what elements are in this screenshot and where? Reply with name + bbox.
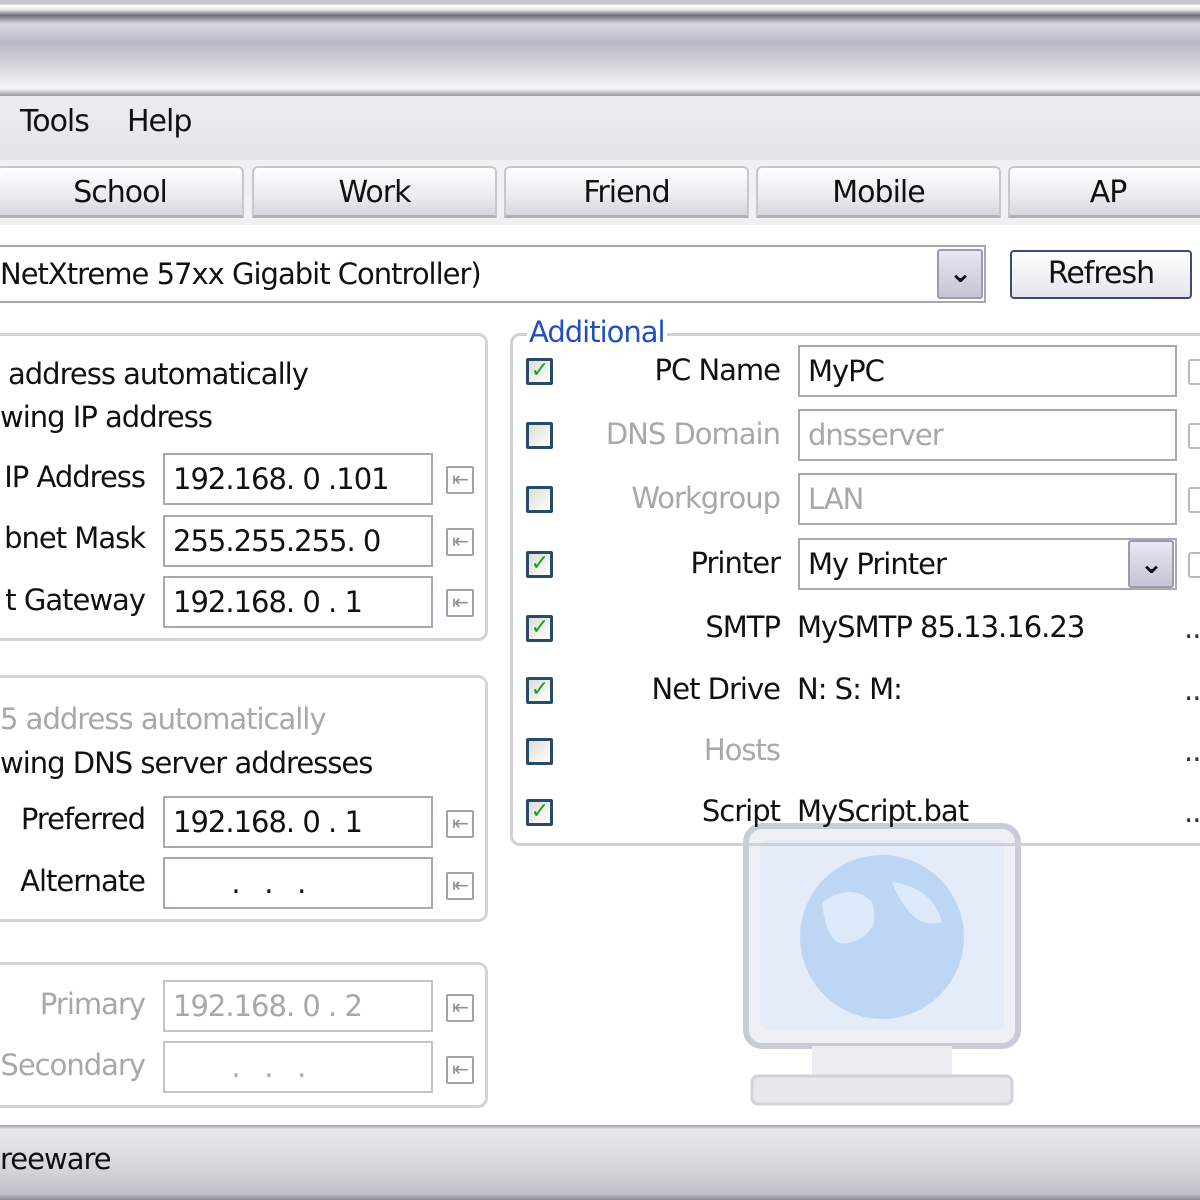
title-bar — [0, 0, 1200, 96]
smtp-label: SMTP — [705, 610, 781, 644]
printer-label: Printer — [690, 546, 781, 580]
ip-auto-radio-label[interactable]: address automatically — [8, 357, 309, 391]
dns-domain-option-checkbox[interactable] — [1188, 423, 1200, 449]
smtp-checkbox[interactable]: ✓ — [526, 615, 553, 642]
adapter-value: NetXtreme 57xx Gigabit Controller) — [0, 257, 482, 291]
copy-ip-icon[interactable]: ⇤ — [446, 466, 474, 494]
tab-ap[interactable]: AP — [1008, 166, 1200, 218]
pc-name-checkbox[interactable]: ✓ — [526, 358, 553, 385]
dns-manual-radio-label[interactable]: wing DNS server addresses — [0, 746, 373, 780]
preferred-dns-label: Preferred — [20, 802, 146, 836]
gateway-label: t Gateway — [5, 583, 146, 617]
printer-option-checkbox[interactable] — [1188, 552, 1200, 578]
subnet-mask-label: bnet Mask — [4, 521, 146, 555]
tab-mobile[interactable]: Mobile — [756, 166, 1001, 218]
tab-friend[interactable]: Friend — [504, 166, 749, 218]
copy-ip-icon[interactable]: ⇤ — [446, 589, 474, 617]
refresh-button[interactable]: Refresh — [1010, 250, 1192, 299]
ip-manual-radio-label[interactable]: wing IP address — [0, 400, 213, 434]
network-monitor-icon — [742, 822, 1022, 1107]
status-bar — [0, 1125, 1200, 1200]
menu-tools[interactable]: Tools — [20, 104, 90, 139]
copy-ip-icon[interactable]: ⇤ — [446, 810, 474, 838]
hosts-label: Hosts — [703, 733, 781, 767]
printer-checkbox[interactable]: ✓ — [526, 551, 553, 578]
net-drive-more-button[interactable]: .. — [1184, 673, 1200, 707]
workgroup-value: LAN — [808, 482, 864, 516]
workgroup-option-checkbox[interactable] — [1188, 487, 1200, 513]
tab-school[interactable]: School — [0, 166, 244, 218]
adapter-select[interactable]: NetXtreme 57xx Gigabit Controller) — [0, 245, 986, 303]
copy-ip-icon[interactable]: ⇤ — [446, 872, 474, 900]
pc-name-field[interactable]: MyPC — [798, 345, 1177, 397]
chevron-down-icon[interactable]: ⌄ — [937, 249, 983, 299]
workgroup-label: Workgroup — [631, 481, 781, 515]
script-checkbox[interactable]: ✓ — [526, 799, 553, 826]
secondary-wins-field[interactable]: . . . — [163, 1041, 433, 1093]
primary-wins-label: Primary — [39, 987, 146, 1021]
dns-domain-checkbox[interactable] — [526, 422, 553, 449]
alternate-dns-field[interactable]: . . . — [163, 857, 433, 909]
secondary-wins-label: Secondary — [0, 1048, 146, 1082]
copy-ip-icon[interactable]: ⇤ — [446, 994, 474, 1022]
preferred-dns-field[interactable]: 192.168. 0 . 1 — [163, 796, 433, 848]
primary-wins-field[interactable]: 192.168. 0 . 2 — [163, 980, 433, 1032]
subnet-mask-field[interactable]: 255.255.255. 0 — [163, 515, 433, 567]
script-label: Script — [701, 794, 781, 828]
status-text: reeware — [0, 1142, 112, 1176]
ip-address-field[interactable]: 192.168. 0 .101 — [163, 453, 433, 505]
dns-domain-label: DNS Domain — [605, 417, 781, 451]
smtp-value: MySMTP 85.13.16.23 — [797, 610, 1085, 644]
workgroup-checkbox[interactable] — [526, 486, 553, 513]
menu-help[interactable]: Help — [127, 104, 192, 139]
printer-value: My Printer — [808, 547, 947, 581]
chevron-down-icon[interactable]: ⌄ — [1128, 540, 1174, 588]
script-value: MyScript.bat — [797, 794, 969, 828]
ip-address-label: IP Address — [4, 460, 146, 494]
dns-domain-value: dnsserver — [808, 418, 944, 452]
dns-auto-radio-label[interactable]: 5 address automatically — [0, 702, 327, 736]
copy-ip-icon[interactable]: ⇤ — [446, 528, 474, 556]
pc-name-label: PC Name — [654, 353, 781, 387]
script-more-button[interactable]: .. — [1184, 795, 1200, 829]
copy-ip-icon[interactable]: ⇤ — [446, 1056, 474, 1084]
workgroup-field[interactable]: LAN — [798, 473, 1177, 525]
dns-domain-field[interactable]: dnsserver — [798, 409, 1177, 461]
hosts-checkbox[interactable] — [526, 738, 553, 765]
alternate-dns-label: Alternate — [20, 864, 146, 898]
smtp-more-button[interactable]: .. — [1184, 611, 1200, 645]
net-drive-value: N: S: M: — [797, 672, 903, 706]
pc-name-value: MyPC — [808, 354, 885, 388]
gateway-field[interactable]: 192.168. 0 . 1 — [163, 576, 433, 628]
hosts-more-button[interactable]: .. — [1184, 734, 1200, 768]
net-drive-checkbox[interactable]: ✓ — [526, 677, 553, 704]
tab-work[interactable]: Work — [252, 166, 497, 218]
printer-field[interactable]: My Printer — [798, 538, 1177, 590]
additional-group-title: Additional — [527, 315, 667, 349]
net-drive-label: Net Drive — [651, 672, 781, 706]
pc-name-option-checkbox[interactable] — [1188, 359, 1200, 385]
